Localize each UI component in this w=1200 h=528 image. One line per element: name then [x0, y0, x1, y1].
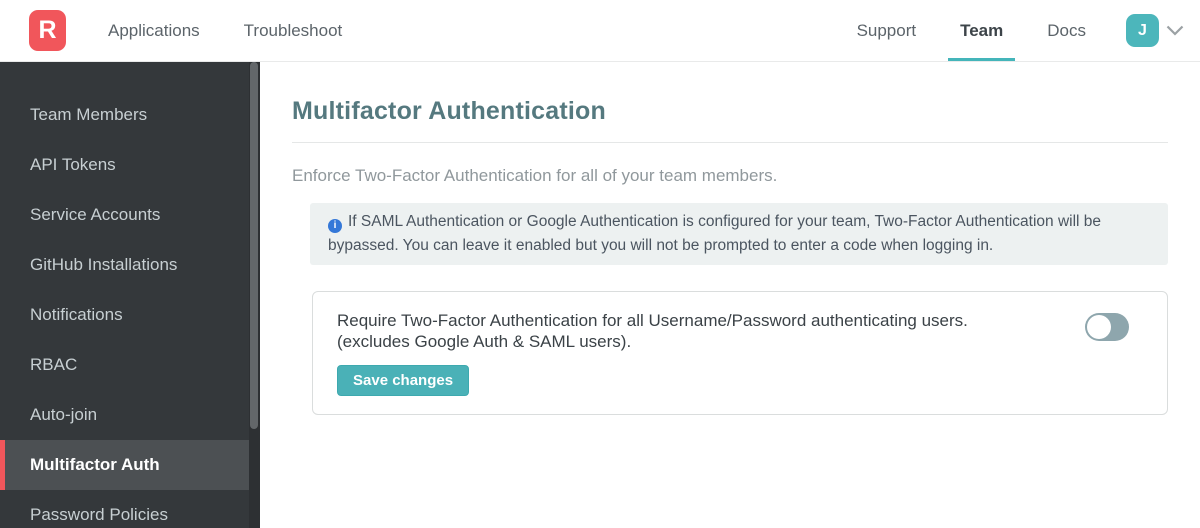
user-menu[interactable]: J — [1126, 0, 1184, 61]
navbar-left: R Applications Troubleshoot — [0, 0, 342, 61]
nav-team-label: Team — [960, 20, 1004, 40]
primary-nav: Applications Troubleshoot — [108, 21, 342, 41]
team-settings-sidebar: Team Members API Tokens Service Accounts… — [0, 62, 260, 528]
logo-letter: R — [38, 16, 57, 44]
sidebar-item-multifactor-auth[interactable]: Multifactor Auth — [0, 440, 260, 490]
sidebar-item-team-members[interactable]: Team Members — [0, 90, 260, 140]
navbar-right: Support Team Docs J — [857, 0, 1200, 61]
sidebar-item-service-accounts[interactable]: Service Accounts — [0, 190, 260, 240]
info-callout-text: If SAML Authentication or Google Authent… — [328, 213, 1102, 254]
sidebar-item-rbac[interactable]: RBAC — [0, 340, 260, 390]
top-navbar: R Applications Troubleshoot Support Team… — [0, 0, 1200, 62]
two-factor-requirement-text: Require Two-Factor Authentication for al… — [337, 310, 1143, 352]
info-icon: i — [328, 219, 342, 233]
toggle-knob — [1087, 315, 1111, 339]
save-changes-button[interactable]: Save changes — [337, 365, 470, 396]
nav-applications[interactable]: Applications — [108, 21, 200, 41]
title-divider — [292, 142, 1168, 143]
two-factor-requirement-line1: Require Two-Factor Authentication for al… — [337, 311, 968, 330]
page-title: Multifactor Authentication — [292, 97, 606, 125]
nav-docs[interactable]: Docs — [1047, 0, 1086, 61]
nav-team[interactable]: Team — [948, 0, 1016, 61]
page-description: Enforce Two-Factor Authentication for al… — [292, 166, 778, 185]
main-content: Multifactor Authentication Enforce Two-F… — [260, 97, 1200, 415]
nav-troubleshoot[interactable]: Troubleshoot — [244, 21, 343, 41]
two-factor-settings-card: Require Two-Factor Authentication for al… — [312, 291, 1168, 415]
sidebar-scrollbar-thumb[interactable] — [250, 62, 258, 429]
sidebar-item-auto-join[interactable]: Auto-join — [0, 390, 260, 440]
sidebar-item-api-tokens[interactable]: API Tokens — [0, 140, 260, 190]
nav-support[interactable]: Support — [857, 0, 917, 61]
chevron-down-icon[interactable] — [1166, 25, 1184, 36]
avatar[interactable]: J — [1126, 14, 1159, 47]
two-factor-requirement-line2: (excludes Google Auth & SAML users). — [337, 332, 632, 351]
rollbar-logo[interactable]: R — [29, 10, 66, 51]
sidebar-item-notifications[interactable]: Notifications — [0, 290, 260, 340]
require-two-factor-toggle[interactable] — [1085, 313, 1129, 341]
active-tab-underline — [948, 58, 1016, 61]
sidebar-item-password-policies[interactable]: Password Policies — [0, 490, 260, 528]
sidebar-item-github-installations[interactable]: GitHub Installations — [0, 240, 260, 290]
info-callout: i If SAML Authentication or Google Authen… — [310, 203, 1168, 265]
